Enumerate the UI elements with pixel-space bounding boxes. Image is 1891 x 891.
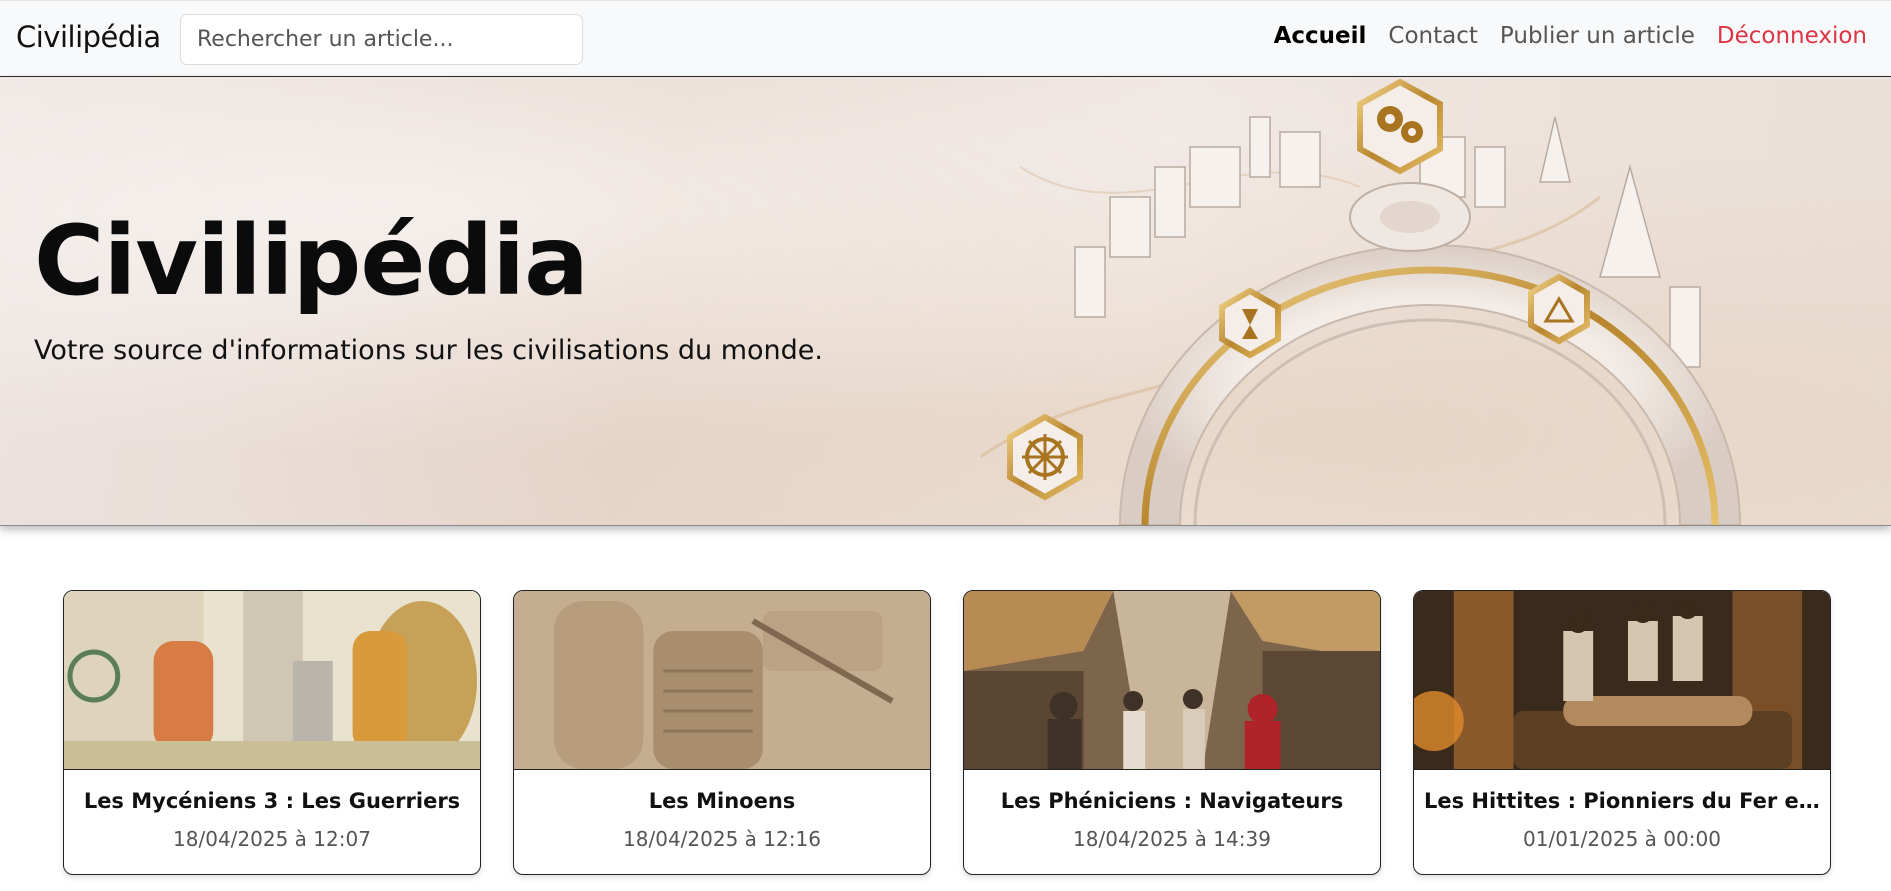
article-title[interactable]: Les Phéniciens : Navigateurs [974,789,1370,813]
nav-link-deconnexion[interactable]: Déconnexion [1717,23,1867,49]
article-date: 01/01/2025 à 00:00 [1523,827,1721,851]
warriors-illustration [64,591,480,770]
article-date: 18/04/2025 à 12:16 [623,827,821,851]
hero-subtitle: Votre source d'informations sur les civi… [34,335,823,366]
stone-relief-illustration [514,591,930,770]
search-input[interactable] [180,14,583,65]
nav-link-accueil[interactable]: Accueil [1274,23,1367,49]
nav-links: Accueil Contact Publier un article Décon… [1274,23,1867,49]
article-card[interactable]: Les Phéniciens : Navigateurs 18/04/2025 … [963,590,1381,875]
mummification-illustration [1414,591,1830,770]
hero-title: Civilipédia [34,205,589,317]
market-street-illustration [964,591,1380,770]
article-card[interactable]: Les Hittites : Pionniers du Fer et Di...… [1413,590,1831,875]
nav-link-contact[interactable]: Contact [1388,23,1477,49]
hero-banner: Civilipédia Votre source d'informations … [0,77,1891,526]
navbar: Civilipédia Accueil Contact Publier un a… [0,0,1891,77]
article-title[interactable]: Les Hittites : Pionniers du Fer et Di... [1424,789,1820,813]
navbar-brand[interactable]: Civilipédia [16,20,161,54]
article-card[interactable]: Les Mycéniens 3 : Les Guerriers 18/04/20… [63,590,481,875]
nav-link-publier[interactable]: Publier un article [1500,23,1695,49]
article-date: 18/04/2025 à 14:39 [1073,827,1271,851]
article-date: 18/04/2025 à 12:07 [173,827,371,851]
article-title[interactable]: Les Mycéniens 3 : Les Guerriers [74,789,470,813]
article-title[interactable]: Les Minoens [524,789,920,813]
civilizations-arch-illustration [980,78,1742,525]
article-card[interactable]: Les Minoens 18/04/2025 à 12:16 [513,590,931,875]
